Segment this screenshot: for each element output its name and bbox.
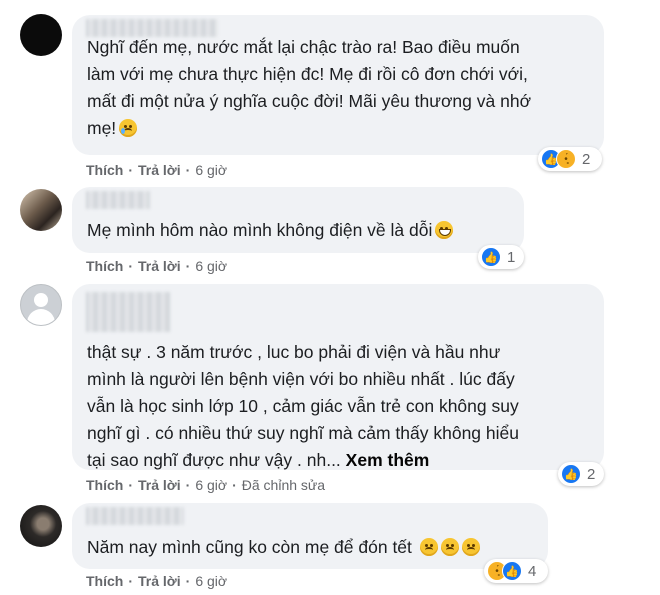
dark-photo-avatar[interactable] xyxy=(20,505,62,547)
like-icon: 👍 xyxy=(561,464,581,484)
separator-dot: · xyxy=(185,573,191,589)
reply-link[interactable]: Trả lời xyxy=(138,162,181,178)
comment-actions: Thích · Trả lời · 6 giờ · Đã chỉnh sửa xyxy=(86,477,325,493)
default-avatar[interactable] xyxy=(20,284,62,326)
comment-bubble: Nghĩ đến mẹ, nước mắt lại chậc trào ra! … xyxy=(72,15,604,155)
like-link[interactable]: Thích xyxy=(86,477,123,493)
timestamp[interactable]: 6 giờ xyxy=(195,573,227,589)
sad-icon: •̥́ xyxy=(556,149,576,169)
separator-dot: · xyxy=(185,477,191,493)
comment-bubble: thật sự . 3 năm trước , luc bo phải đi v… xyxy=(72,284,604,470)
comment-bubble: Mẹ mình hôm nào mình không điện về là dỗ… xyxy=(72,187,524,253)
sad-tear-emoji xyxy=(119,119,138,137)
separator-dot: · xyxy=(128,477,134,493)
like-icon: 👍 xyxy=(481,247,501,267)
blurred-author-name[interactable] xyxy=(86,507,184,525)
comment-actions: Thích · Trả lời · 6 giờ xyxy=(86,573,227,589)
comment-text: thật sự . 3 năm trước , luc bo phải đi v… xyxy=(87,342,519,470)
reaction-count: 2 xyxy=(587,465,596,483)
reply-link[interactable]: Trả lời xyxy=(138,477,181,493)
separator-dot: · xyxy=(128,162,134,178)
reply-link[interactable]: Trả lời xyxy=(138,573,181,589)
comment-text: Nghĩ đến mẹ, nước mắt lại chậc trào ra! … xyxy=(87,37,532,138)
disappointed-emoji xyxy=(440,538,459,556)
comment-actions: Thích · Trả lời · 6 giờ xyxy=(86,258,227,274)
reaction-count: 1 xyxy=(507,248,516,266)
separator-dot: · xyxy=(128,573,134,589)
timestamp[interactable]: 6 giờ xyxy=(195,162,227,178)
edited-label[interactable]: Đã chỉnh sửa xyxy=(242,477,325,493)
see-more-link[interactable]: Xem thêm xyxy=(346,450,430,470)
comment-text: Năm nay mình cũng ko còn mẹ để đón tết xyxy=(87,534,480,561)
grin-emoji xyxy=(435,221,454,239)
comment-actions: Thích · Trả lời · 6 giờ xyxy=(86,162,227,178)
reaction-summary[interactable]: 👍 1 xyxy=(478,245,524,269)
blurred-author-name[interactable] xyxy=(86,191,150,209)
reaction-summary[interactable]: 👍 2 xyxy=(558,462,604,486)
timestamp[interactable]: 6 giờ xyxy=(195,258,227,274)
disappointed-emoji xyxy=(461,538,480,556)
black-circle-avatar[interactable] xyxy=(20,14,62,56)
separator-dot: · xyxy=(185,162,191,178)
separator-dot: · xyxy=(128,258,134,274)
reaction-count: 4 xyxy=(528,562,537,580)
reaction-count: 2 xyxy=(582,150,591,168)
reaction-summary[interactable]: •̥́ 👍 4 xyxy=(484,559,548,583)
comment-text: Mẹ mình hôm nào mình không điện về là dỗ… xyxy=(87,217,454,244)
timestamp[interactable]: 6 giờ xyxy=(195,477,227,493)
photo-avatar[interactable] xyxy=(20,189,62,231)
blurred-author-name[interactable] xyxy=(86,292,170,332)
comment-bubble: Năm nay mình cũng ko còn mẹ để đón tết xyxy=(72,503,548,569)
separator-dot: · xyxy=(185,258,191,274)
reply-link[interactable]: Trả lời xyxy=(138,258,181,274)
reaction-summary[interactable]: 👍 •̥́ 2 xyxy=(538,147,602,171)
disappointed-emoji xyxy=(419,538,438,556)
like-link[interactable]: Thích xyxy=(86,573,123,589)
like-link[interactable]: Thích xyxy=(86,258,123,274)
like-link[interactable]: Thích xyxy=(86,162,123,178)
like-icon: 👍 xyxy=(502,561,522,581)
separator-dot: · xyxy=(232,477,237,493)
